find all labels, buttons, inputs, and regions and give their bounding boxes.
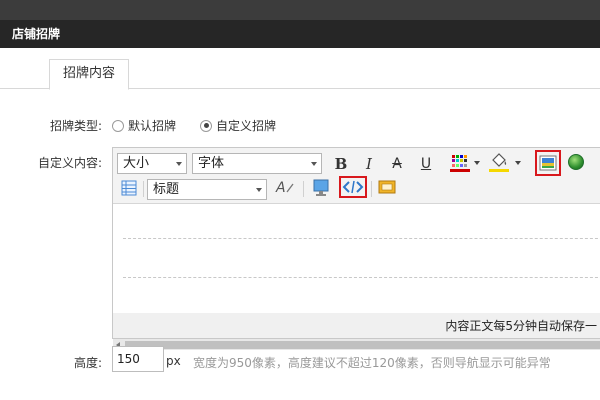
toolbar-divider: [371, 181, 372, 197]
radio-label: 自定义招牌: [216, 119, 277, 133]
radio-circle: [112, 119, 124, 132]
toolbar-divider: [143, 181, 144, 197]
insert-image-button[interactable]: [535, 150, 561, 176]
toolbar-divider: [303, 181, 304, 197]
editor-status-bar: 内容正文每5分钟自动保存一: [112, 313, 600, 339]
clear-format-icon[interactable]: A: [276, 179, 296, 197]
dialog-panel: 招牌内容 招牌类型: 默认招牌 自定义招牌 自定义内容: 大小 字体 B I A…: [0, 48, 600, 400]
paint-bucket-icon: [492, 153, 507, 167]
bold-button[interactable]: B: [331, 154, 351, 174]
insert-image-icon: [539, 155, 557, 171]
text-color-bar: [450, 169, 470, 172]
tab-sign-content[interactable]: 招牌内容: [49, 59, 129, 90]
height-hint: 宽度为950像素，高度建议不超过120像素，否则导航显示可能异常: [193, 356, 551, 370]
chevron-down-icon: [474, 161, 480, 165]
table-icon[interactable]: [121, 180, 137, 196]
strikethrough-button[interactable]: A: [387, 154, 407, 174]
color-grid: [452, 155, 467, 167]
heading-value: 标题: [153, 182, 180, 197]
editor-content-area[interactable]: [123, 208, 600, 278]
horizontal-scrollbar[interactable]: [113, 338, 600, 350]
height-input[interactable]: [112, 346, 164, 372]
web-globe-icon[interactable]: [568, 154, 584, 170]
height-unit: px: [166, 354, 181, 368]
highlight-color-icon[interactable]: [489, 153, 521, 175]
scroll-thumb[interactable]: [125, 341, 600, 349]
autosave-status: 内容正文每5分钟自动保存一: [445, 319, 597, 333]
dashed-guide: [123, 238, 600, 239]
editor-toolbar: 大小 字体 B I A U 标题 A: [113, 148, 600, 204]
bg-color-bar: [489, 169, 509, 172]
chevron-down-icon: [256, 188, 262, 192]
radio-custom-sign[interactable]: 自定义招牌: [200, 117, 276, 134]
radio-label: 默认招牌: [128, 119, 177, 133]
html-source-button[interactable]: [339, 176, 367, 198]
top-strip: [0, 0, 600, 20]
flash-icon[interactable]: [378, 179, 396, 195]
tab-bar: 招牌内容: [0, 59, 600, 90]
rich-text-editor: 大小 字体 B I A U 标题 A: [112, 147, 600, 350]
radio-circle-selected: [200, 119, 212, 132]
font-family-value: 字体: [198, 156, 225, 171]
html-source-icon: [342, 180, 364, 194]
chevron-down-icon: [515, 161, 521, 165]
window-title: 店铺招牌: [0, 20, 600, 48]
font-size-select[interactable]: 大小: [117, 153, 187, 174]
italic-button[interactable]: I: [359, 154, 379, 174]
custom-content-label: 自定义内容:: [37, 156, 102, 170]
insert-media-icon[interactable]: [313, 179, 329, 197]
font-size-value: 大小: [123, 156, 150, 171]
heading-select[interactable]: 标题: [147, 179, 267, 200]
underline-button[interactable]: U: [416, 154, 436, 174]
height-label: 高度:: [73, 356, 102, 370]
text-color-icon[interactable]: [450, 153, 482, 175]
radio-default-sign[interactable]: 默认招牌: [112, 117, 176, 134]
chevron-down-icon: [311, 162, 317, 166]
sign-type-label: 招牌类型:: [49, 119, 102, 133]
chevron-down-icon: [176, 162, 182, 166]
font-family-select[interactable]: 字体: [192, 153, 322, 174]
